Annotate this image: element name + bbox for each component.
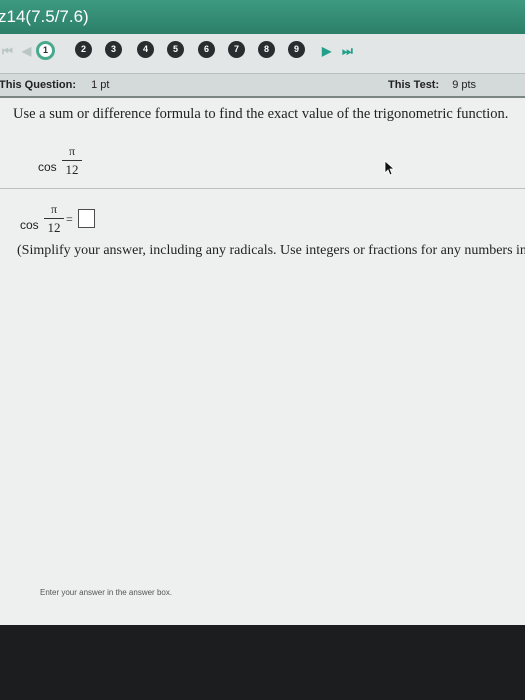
answer-instructions: (Simplify your answer, including any rad… [17, 243, 525, 258]
mouse-cursor-icon [384, 160, 396, 176]
quiz-title: z14(7.5/7.6) [0, 7, 89, 26]
points-info-bar: This Question: 1 pt This Test: 9 pts [0, 73, 525, 97]
section-divider [0, 188, 525, 189]
question-5-button[interactable]: 5 [167, 41, 184, 58]
question-prompt: Use a sum or difference formula to find … [13, 106, 509, 122]
answer-input-box[interactable] [78, 209, 95, 228]
fraction-numerator: π [68, 144, 76, 158]
answer-fraction-numerator: π [50, 202, 58, 216]
question-3-button[interactable]: 3 [105, 41, 122, 58]
question-navigation: ⏮ ◀ 1 2 3 4 5 6 7 8 9 ▶ ⏭ [0, 40, 525, 66]
question-9-button[interactable]: 9 [288, 41, 305, 58]
question-6-button[interactable]: 6 [198, 41, 215, 58]
status-message: Enter your answer in the answer box. [40, 588, 173, 597]
test-points-label: This Test: [388, 79, 440, 91]
answer-fraction-denominator: 12 [47, 220, 61, 235]
next-question-arrow-icon[interactable]: ▶ [322, 44, 331, 58]
question-7-button[interactable]: 7 [228, 41, 245, 58]
answer-angle-fraction: π 12 [44, 202, 64, 236]
fraction-denominator: 12 [65, 162, 79, 177]
last-question-arrow-icon[interactable]: ⏭ [342, 44, 353, 59]
test-points-group: This Test: 9 pts [388, 74, 476, 96]
question-4-button[interactable]: 4 [137, 41, 154, 58]
test-points-value: 9 pts [452, 79, 477, 91]
question-panel: Use a sum or difference formula to find … [0, 96, 525, 625]
answer-fraction-bar [44, 218, 64, 219]
angle-fraction: π 12 [62, 144, 82, 178]
question-2-button[interactable]: 2 [75, 41, 92, 58]
question-points-label: This Question: [0, 79, 76, 91]
equals-sign: = [66, 212, 73, 226]
question-8-button[interactable]: 8 [258, 41, 275, 58]
fraction-bar [62, 160, 82, 161]
question-1-button[interactable]: 1 [36, 41, 55, 60]
browser-screen: z14(7.5/7.6) ⏮ ◀ 1 2 3 4 5 6 7 8 9 ▶ ⏭ T… [0, 0, 525, 625]
quiz-title-bar: z14(7.5/7.6) [0, 0, 525, 34]
question-points-group: This Question: 1 pt [0, 74, 109, 96]
function-name: cos [38, 160, 57, 174]
answer-function-name: cos [20, 218, 39, 232]
first-question-arrow-icon[interactable]: ⏮ [2, 44, 13, 59]
question-points-value: 1 pt [91, 79, 110, 91]
prev-question-arrow-icon[interactable]: ◀ [22, 44, 31, 58]
